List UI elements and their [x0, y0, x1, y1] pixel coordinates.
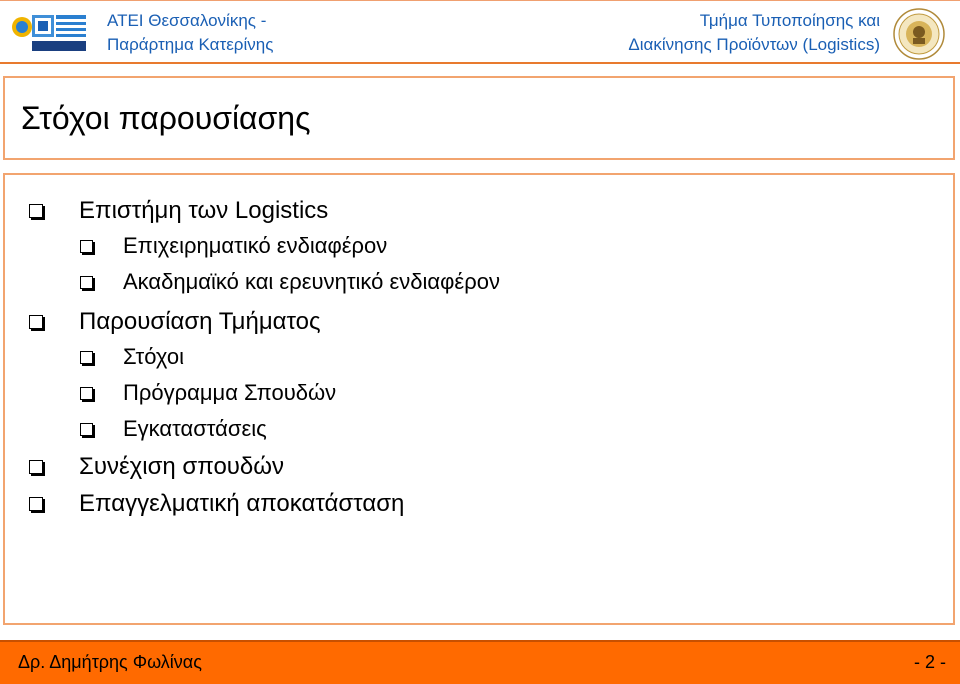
bullet-text: Επιστήμη των Logistics — [79, 197, 329, 224]
bullet-text: Επιχειρηματικό ενδιαφέρον — [123, 233, 388, 258]
header-department-line1: Τμήμα Τυποποίησης και — [699, 11, 880, 30]
checkbox-bullet-icon — [80, 239, 93, 253]
bullet-item: Παρουσίαση Τμήματος — [29, 308, 321, 336]
bullet-text: Παρουσίαση Τμήματος — [79, 308, 321, 335]
institution-logo-icon — [8, 9, 88, 53]
footer-author: Δρ. Δημήτρης Φωλίνας — [18, 652, 202, 672]
header-institution-line1: ΑΤΕΙ Θεσσαλονίκης - — [107, 11, 267, 30]
bullet-item: Συνέχιση σπουδών — [29, 453, 284, 481]
bullet-text: Επαγγελματική αποκατάσταση — [79, 490, 405, 517]
content-box: Επιστήμη των Logistics Επιχειρηματικό εν… — [3, 173, 955, 625]
slide-title: Στόχοι παρουσίασης — [21, 100, 311, 136]
header-institution-line2: Παράρτημα Κατερίνης — [107, 35, 274, 54]
checkbox-bullet-icon — [29, 497, 43, 511]
header-department: Τμήμα Τυποποίησης και Διακίνησης Προϊόντ… — [628, 9, 880, 57]
bullet-text: Ακαδημαϊκό και ερευνητικό ενδιαφέρον — [123, 269, 500, 294]
university-seal-icon — [893, 8, 945, 60]
page-number: - 2 - — [913, 652, 946, 672]
bullet-text: Πρόγραμμα Σπουδών — [123, 380, 337, 405]
slide-footer: Δρ. Δημήτρης Φωλίνας - 2 - — [0, 640, 960, 684]
checkbox-bullet-icon — [29, 460, 43, 474]
checkbox-bullet-icon — [80, 386, 93, 400]
checkbox-bullet-icon — [80, 422, 93, 436]
title-box: Στόχοι παρουσίασης — [3, 76, 955, 160]
sub-bullet-item: Πρόγραμμα Σπουδών — [80, 380, 336, 406]
checkbox-bullet-icon — [80, 275, 93, 289]
checkbox-bullet-icon — [29, 204, 43, 218]
slide-header: ΑΤΕΙ Θεσσαλονίκης - Παράρτημα Κατερίνης … — [0, 0, 960, 64]
sub-bullet-item: Ακαδημαϊκό και ερευνητικό ενδιαφέρον — [80, 269, 500, 295]
sub-bullet-item: Στόχοι — [80, 344, 184, 370]
bullet-text: Συνέχιση σπουδών — [79, 453, 285, 480]
bullet-item: Επαγγελματική αποκατάσταση — [29, 490, 404, 518]
bullet-text: Εγκαταστάσεις — [123, 416, 267, 441]
checkbox-bullet-icon — [80, 350, 93, 364]
sub-bullet-item: Επιχειρηματικό ενδιαφέρον — [80, 233, 387, 259]
bullet-item: Επιστήμη των Logistics — [29, 197, 328, 225]
header-institution: ΑΤΕΙ Θεσσαλονίκης - Παράρτημα Κατερίνης — [107, 9, 273, 57]
sub-bullet-item: Εγκαταστάσεις — [80, 416, 267, 442]
header-department-line2: Διακίνησης Προϊόντων (Logistics) — [628, 35, 880, 54]
checkbox-bullet-icon — [29, 315, 43, 329]
bullet-text: Στόχοι — [123, 344, 184, 369]
